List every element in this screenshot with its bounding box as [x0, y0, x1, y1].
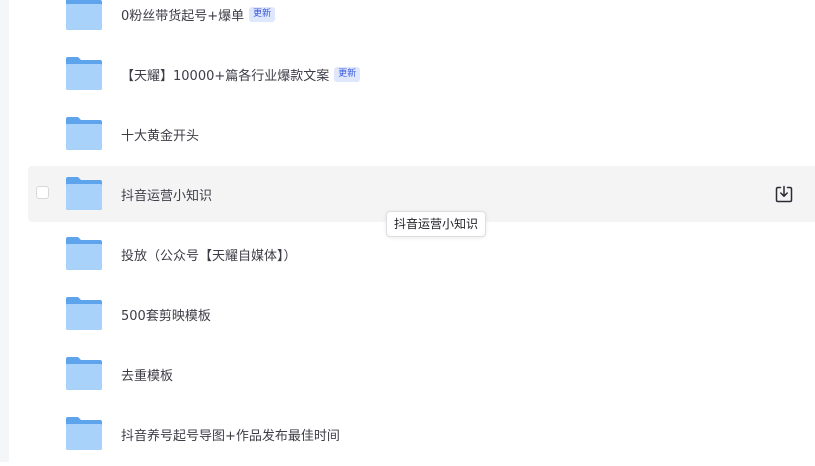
file-name[interactable]: 投放（公众号【天耀自媒体】） — [121, 226, 297, 282]
file-row[interactable]: 【天耀】10000+篇各行业爆款文案 更新 — [28, 46, 815, 102]
file-row[interactable]: 抖音养号起号导图+作品发布最佳时间 — [28, 406, 815, 462]
folder-icon — [66, 0, 102, 30]
file-name[interactable]: 500套剪映模板 — [121, 286, 211, 342]
file-row[interactable]: 去重模板 — [28, 346, 815, 402]
file-name-text[interactable]: 十大黄金开头 — [121, 125, 199, 144]
file-name-text[interactable]: 抖音养号起号导图+作品发布最佳时间 — [121, 425, 340, 444]
file-row[interactable]: 十大黄金开头 — [28, 106, 815, 162]
download-icon[interactable] — [775, 185, 793, 203]
file-name[interactable]: 去重模板 — [121, 346, 173, 402]
file-name-text[interactable]: 投放（公众号【天耀自媒体】） — [121, 245, 297, 264]
file-name[interactable]: 0粉丝带货起号+爆单 更新 — [121, 0, 276, 42]
folder-icon — [66, 236, 102, 270]
folder-icon — [66, 416, 102, 450]
file-name[interactable]: 【天耀】10000+篇各行业爆款文案 更新 — [121, 46, 361, 102]
update-badge: 更新 — [249, 6, 276, 22]
file-name-text[interactable]: 去重模板 — [121, 365, 173, 384]
folder-icon — [66, 296, 102, 330]
file-name[interactable]: 抖音养号起号导图+作品发布最佳时间 — [121, 406, 340, 462]
file-name-text[interactable]: 抖音运营小知识 — [121, 185, 212, 204]
left-gutter — [0, 0, 9, 462]
file-name-text[interactable]: 500套剪映模板 — [121, 305, 211, 324]
file-row[interactable]: 0粉丝带货起号+爆单 更新 — [28, 0, 815, 42]
folder-icon — [66, 116, 102, 150]
file-row[interactable]: 500套剪映模板 — [28, 286, 815, 342]
folder-icon — [66, 176, 102, 210]
file-name[interactable]: 抖音运营小知识 — [121, 166, 212, 222]
file-name-text[interactable]: 0粉丝带货起号+爆单 — [121, 5, 244, 24]
folder-icon — [66, 356, 102, 390]
update-badge: 更新 — [334, 66, 361, 82]
select-checkbox[interactable] — [36, 186, 49, 199]
file-name-tooltip: 抖音运营小知识 — [386, 211, 487, 237]
file-name[interactable]: 十大黄金开头 — [121, 106, 199, 162]
file-name-text[interactable]: 【天耀】10000+篇各行业爆款文案 — [121, 65, 329, 84]
folder-icon — [66, 56, 102, 90]
